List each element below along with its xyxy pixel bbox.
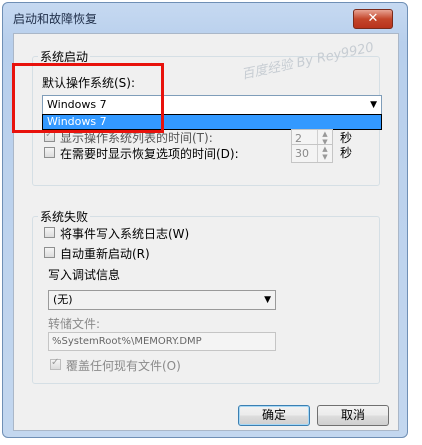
close-button[interactable]: ✕ [353, 9, 393, 29]
show-recovery-spinner[interactable]: 30 ▲ ▼ [291, 144, 333, 163]
dump-file-input[interactable]: %SystemRoot%\MEMORY.DMP [48, 332, 276, 351]
seconds-unit-2: 秒 [340, 146, 353, 160]
auto-restart-checkbox[interactable] [44, 247, 55, 258]
debug-info-select[interactable]: (无) ▼ [48, 290, 276, 310]
overwrite-label: 覆盖任何现有文件(O) [66, 359, 181, 373]
show-recovery-value: 30 [295, 147, 309, 160]
write-event-label: 将事件写入系统日志(W) [60, 227, 190, 241]
debug-info-value: (无) [53, 293, 73, 306]
cancel-button[interactable]: 取消 [317, 405, 389, 426]
chevron-down-icon: ▼ [370, 100, 377, 110]
chevron-down-icon: ▼ [264, 295, 271, 305]
debug-info-label: 写入调试信息 [48, 268, 121, 282]
checkmark-icon: ✓ [51, 357, 60, 368]
write-event-checkbox[interactable] [44, 227, 55, 238]
auto-restart-label: 自动重新启动(R) [60, 247, 150, 261]
dialog-title: 启动和故障恢复 [13, 12, 98, 26]
dump-file-label: 转储文件: [48, 317, 101, 331]
red-highlight-box [12, 63, 164, 133]
ok-button[interactable]: 确定 [238, 405, 310, 426]
overwrite-checkbox[interactable]: ✓ [50, 357, 61, 370]
spinner-arrows-icon[interactable]: ▲ ▼ [317, 145, 332, 162]
show-recovery-checkbox[interactable] [44, 147, 55, 158]
show-recovery-label: 在需要时显示恢复选项的时间(D): [60, 147, 239, 161]
system-failure-group-title: 系统失败 [38, 208, 91, 225]
